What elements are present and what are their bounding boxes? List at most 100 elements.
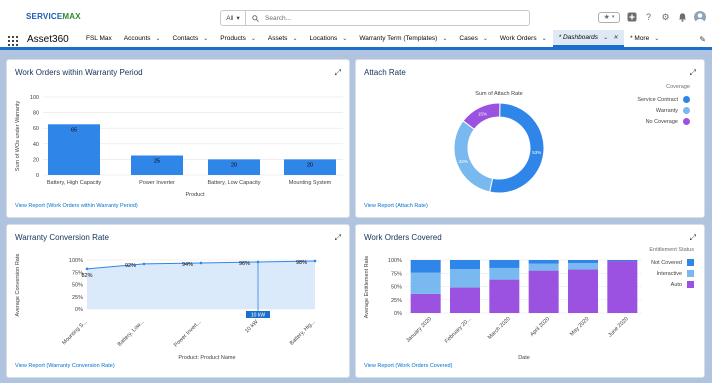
legend-swatch — [683, 96, 690, 103]
notifications-bell-icon[interactable] — [677, 12, 688, 23]
chevron-down-icon[interactable]: ⌄ — [654, 35, 659, 42]
legend-title: Coverage — [666, 84, 690, 90]
header-actions: ★ ▾ ? ⚙ — [598, 11, 706, 23]
close-icon[interactable]: ✕ — [613, 34, 618, 41]
legend-swatch — [687, 281, 694, 288]
x-tick-label: Power Invert... — [173, 319, 203, 349]
app-launcher-icon[interactable] — [8, 36, 18, 46]
y-tick-label: 0% — [75, 307, 83, 313]
y-tick-label: 100 — [30, 95, 39, 101]
chevron-down-icon[interactable]: ⌄ — [542, 35, 547, 42]
y-tick-label: 50% — [72, 283, 83, 289]
servicemax-logo[interactable]: SERVICEMAX — [26, 12, 81, 21]
nav-tab-accounts[interactable]: Accounts ⌄ — [118, 30, 167, 47]
legend-swatch — [683, 118, 690, 125]
point-value-label: 82% — [81, 273, 92, 279]
legend-item[interactable]: Interactive — [584, 270, 694, 277]
y-tick-label: 100% — [69, 258, 83, 264]
global-search: All ▾ Search... — [220, 10, 530, 26]
x-tick-label: Power Inverter — [139, 180, 175, 186]
legend-label: Interactive — [656, 270, 682, 277]
card-warranty-conversion: Warranty Conversion Rate ⤢ 0% 25% 50% 75% 10… — [6, 224, 350, 378]
stacked-bar-segment — [528, 270, 559, 313]
search-input[interactable]: Search... — [246, 10, 530, 26]
nav-tab-label: Warranty Term (Templates) — [359, 35, 438, 42]
legend-label: Auto — [670, 281, 682, 288]
data-point — [199, 261, 203, 265]
chevron-down-icon[interactable]: ⌄ — [483, 35, 488, 42]
view-report-link[interactable]: View Report (Attach Rate) — [364, 203, 428, 209]
legend-label: Not Covered — [651, 259, 682, 266]
y-tick-label: 80 — [33, 111, 39, 117]
nav-tab-label: Work Orders — [499, 35, 537, 42]
x-tick-label: February 20... — [444, 316, 473, 345]
nav-tab-label: Cases — [459, 35, 478, 42]
view-report-link[interactable]: View Report (Warranty Conversion Rate) — [15, 363, 115, 369]
x-tick-label: 10 kW — [244, 319, 260, 335]
chevron-down-icon[interactable]: ⌄ — [156, 35, 161, 42]
legend-item[interactable]: No Coverage — [580, 118, 690, 125]
y-tick-label: 0 — [36, 173, 39, 179]
gear-icon[interactable]: ⚙ — [660, 12, 671, 23]
nav-tab-label: FSL Max — [86, 35, 112, 42]
stacked-bar-segment — [410, 272, 441, 294]
add-icon[interactable] — [626, 12, 637, 23]
nav-tab-locations[interactable]: Locations ⌄ — [303, 30, 353, 47]
view-report-link[interactable]: View Report (Work Orders within Warranty… — [15, 203, 138, 209]
nav-tab-dashboards[interactable]: * Dashboards ⌄ ✕ — [552, 30, 625, 47]
favorites-button[interactable]: ★ ▾ — [598, 11, 620, 23]
y-tick-label: 40 — [33, 142, 39, 148]
nav-tab-warranty-term-templates[interactable]: Warranty Term (Templates) ⌄ — [353, 30, 453, 47]
y-tick-label: 100% — [388, 258, 402, 264]
bar-value-label: 65 — [71, 127, 77, 133]
bar-value-label: 20 — [231, 162, 237, 168]
search-scope-select[interactable]: All ▾ — [220, 10, 246, 26]
nav-tab-products[interactable]: Products ⌄ — [214, 30, 262, 47]
nav-tab-cases[interactable]: Cases ⌄ — [453, 30, 493, 47]
nav-tab-contacts[interactable]: Contacts ⌄ — [167, 30, 215, 47]
slice-value-label: 15% — [478, 111, 487, 116]
view-report-link[interactable]: View Report (Work Orders Covered) — [364, 363, 452, 369]
data-point — [256, 260, 260, 264]
nav-tab-fsl-max[interactable]: FSL Max — [80, 30, 118, 47]
nav-tab-assets[interactable]: Assets ⌄ — [262, 30, 304, 47]
data-point — [85, 267, 89, 271]
x-tick-label: Battery, Low Capacity — [207, 180, 260, 186]
help-icon[interactable]: ? — [643, 12, 654, 23]
card-work-orders-warranty: Work Orders within Warranty Period ⤢ 0 20… — [6, 59, 350, 218]
stacked-bar-segment — [489, 260, 520, 268]
avatar[interactable] — [694, 11, 706, 23]
area-chart-conversion: 0%25%50%75%100%Average Conversion Rate 82… — [15, 254, 317, 361]
chevron-down-icon[interactable]: ⌄ — [603, 34, 608, 41]
x-tick-label: April 2020 — [529, 316, 551, 338]
chevron-down-icon[interactable]: ⌄ — [342, 35, 347, 42]
area-fill — [87, 260, 315, 309]
data-point — [313, 259, 317, 263]
legend-item[interactable]: Auto — [584, 281, 694, 288]
legend-label: No Coverage — [645, 118, 678, 125]
legend-item[interactable]: Service Contract — [580, 96, 690, 103]
x-tick-label: January 2020 — [405, 316, 433, 344]
point-value-label: 92% — [125, 263, 136, 269]
edit-nav-pencil-icon[interactable]: ✎ — [699, 35, 706, 44]
x-tick-label: May 2020 — [569, 316, 590, 337]
x-tick-label: Mounting System — [289, 180, 332, 186]
chevron-down-icon[interactable]: ⌄ — [251, 35, 256, 42]
y-tick-label: 25% — [72, 295, 83, 301]
chevron-down-icon[interactable]: ⌄ — [203, 35, 208, 42]
chevron-down-icon[interactable]: ⌄ — [442, 35, 447, 42]
chevron-down-icon: ▾ — [236, 15, 240, 22]
stacked-bar-segment — [528, 263, 559, 271]
nav-tab-more[interactable]: * More ⌄ — [624, 30, 665, 47]
donut-slice — [453, 120, 494, 193]
bar-chart-wo-warranty: 0 20 40 60 80 100 Sum of WOs under Warranty 65 B… — [15, 95, 343, 198]
nav-tab-label: * More — [630, 35, 650, 42]
legend-label: Service Contract — [637, 96, 678, 103]
stacked-bar-segment — [528, 260, 559, 264]
legend-item[interactable]: Not Covered — [584, 259, 694, 266]
legend-item[interactable]: Warranty — [580, 107, 690, 114]
nav-tab-work-orders[interactable]: Work Orders ⌄ — [494, 30, 553, 47]
y-tick-label: 20 — [33, 157, 39, 163]
chevron-down-icon[interactable]: ⌄ — [292, 35, 297, 42]
point-value-label: 96% — [239, 261, 250, 267]
